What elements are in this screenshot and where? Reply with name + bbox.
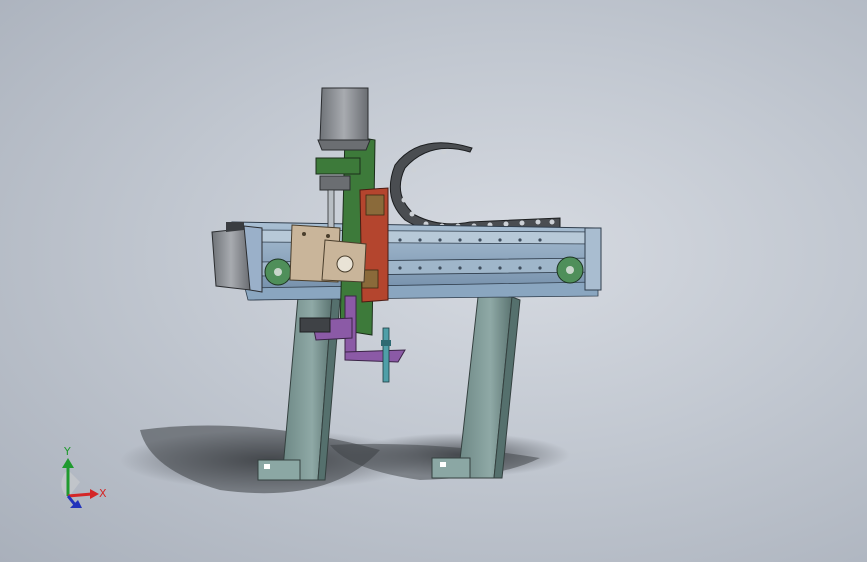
- y-axis-label: Y: [64, 445, 71, 458]
- x-axis-label: X: [99, 487, 107, 500]
- pulley-right: [556, 256, 584, 284]
- y-axis-arrowhead: [62, 458, 74, 468]
- cable-drag-chain[interactable]: [389, 142, 561, 234]
- gantry-robot-model[interactable]: [0, 0, 867, 562]
- horizontal-servo-motor[interactable]: [211, 222, 263, 293]
- cad-graphics-viewport[interactable]: Y X: [0, 0, 867, 562]
- x-axis-arrow: [67, 492, 93, 498]
- pulley-left: [264, 258, 292, 286]
- axis-triad: [61, 458, 99, 508]
- x-axis-arrowhead: [90, 489, 99, 499]
- linear-rail[interactable]: [231, 221, 602, 301]
